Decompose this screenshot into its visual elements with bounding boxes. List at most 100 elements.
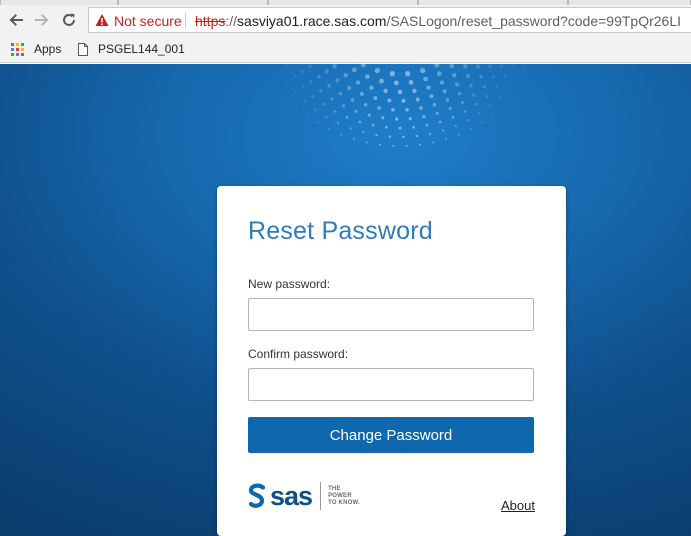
decorative-dot bbox=[393, 80, 399, 86]
decorative-dot bbox=[476, 64, 480, 69]
decorative-dot bbox=[488, 104, 492, 107]
decorative-dot bbox=[485, 94, 489, 98]
decorative-dot bbox=[436, 71, 442, 76]
forward-button[interactable] bbox=[31, 9, 53, 31]
decorative-dot bbox=[325, 115, 328, 119]
bookmark-label: Apps bbox=[34, 42, 62, 56]
address-bar[interactable]: Not secure https://sasviya01.race.sas.co… bbox=[88, 7, 691, 33]
about-link[interactable]: About bbox=[501, 498, 535, 513]
decorative-dot bbox=[502, 105, 504, 108]
decorative-dot bbox=[457, 133, 460, 136]
bookmark-label: PSGEL144_001 bbox=[98, 42, 185, 56]
decorative-dot bbox=[405, 108, 409, 112]
sas-logo: sas THE POWER TO KNOW. bbox=[247, 482, 360, 510]
decorative-dot bbox=[332, 64, 337, 69]
browser-toolbar: Not secure https://sasviya01.race.sas.co… bbox=[0, 5, 691, 35]
decorative-dot bbox=[523, 65, 525, 67]
url-path: /SASLogon/reset_password?code=99TpQr26LI bbox=[386, 13, 682, 29]
decorative-dot bbox=[454, 124, 457, 128]
decorative-dot bbox=[442, 89, 447, 94]
bookmarks-bar: Apps PSGEL144_001 bbox=[0, 35, 691, 63]
decorative-dot bbox=[445, 98, 450, 102]
change-password-button[interactable]: Change Password bbox=[248, 417, 534, 453]
confirm-password-field[interactable] bbox=[248, 368, 534, 401]
decorative-dot bbox=[317, 74, 321, 79]
decorative-dot bbox=[377, 106, 381, 110]
decorative-dot bbox=[398, 126, 402, 130]
decorative-dot bbox=[500, 64, 504, 68]
decorative-dot bbox=[479, 74, 483, 79]
decorative-dot bbox=[429, 94, 434, 99]
decorative-dot bbox=[412, 88, 417, 94]
reset-password-card: Reset Password New password: Confirm pas… bbox=[217, 186, 566, 536]
decorative-dot bbox=[355, 80, 361, 85]
decorative-dot bbox=[405, 71, 411, 77]
decorative-dot bbox=[369, 85, 374, 90]
url-text[interactable]: https://sasviya01.race.sas.com/SASLogon/… bbox=[195, 13, 681, 29]
decorative-dot bbox=[375, 133, 378, 137]
decorative-dot bbox=[349, 127, 352, 130]
decorative-dot bbox=[469, 128, 472, 130]
decorative-dot bbox=[438, 120, 442, 124]
decorative-dot bbox=[428, 132, 432, 136]
reload-icon bbox=[63, 13, 75, 26]
decorative-dot bbox=[358, 120, 362, 124]
decorative-dot bbox=[488, 64, 492, 69]
decorative-dot bbox=[314, 108, 317, 111]
decorative-dot bbox=[373, 96, 378, 101]
decorative-dot bbox=[342, 104, 346, 108]
arrow-right-icon bbox=[35, 14, 49, 26]
decorative-dot bbox=[452, 73, 457, 78]
decorative-dot bbox=[449, 64, 455, 69]
decorative-dot bbox=[311, 94, 315, 98]
tagline-line: THE bbox=[328, 485, 341, 492]
decorative-dot bbox=[478, 112, 481, 115]
decorative-dot bbox=[405, 144, 408, 147]
decorative-dot bbox=[457, 91, 462, 96]
decorative-dot bbox=[422, 115, 426, 119]
decorative-dot bbox=[492, 114, 494, 116]
decorative-dot bbox=[481, 121, 484, 124]
decorative-dot bbox=[316, 121, 319, 124]
decorative-dot bbox=[415, 134, 418, 138]
decorative-dot bbox=[451, 115, 455, 119]
new-password-field[interactable] bbox=[248, 298, 534, 331]
decorative-dot bbox=[359, 91, 364, 96]
tagline-line: POWER bbox=[328, 492, 352, 499]
url-scheme: https bbox=[195, 13, 226, 29]
decorative-dot bbox=[397, 89, 403, 95]
bookmark-psgel144[interactable]: PSGEL144_001 bbox=[78, 41, 185, 57]
decorative-dot bbox=[360, 64, 366, 68]
bookmark-apps[interactable]: Apps bbox=[11, 41, 61, 57]
confirm-password-label: Confirm password: bbox=[248, 347, 349, 361]
decorative-dot bbox=[381, 116, 385, 120]
reload-button[interactable] bbox=[58, 9, 80, 31]
decorative-dot bbox=[278, 86, 281, 89]
decorative-dot bbox=[432, 141, 435, 144]
decorative-dot bbox=[294, 91, 297, 94]
decorative-dot bbox=[385, 125, 388, 129]
decorative-dot bbox=[439, 80, 445, 85]
decorative-dot bbox=[345, 115, 349, 119]
decorative-dot bbox=[401, 98, 406, 103]
decorative-dot bbox=[351, 67, 357, 73]
decorative-dot bbox=[482, 84, 486, 89]
decorative-dot bbox=[365, 141, 368, 144]
decorative-dot bbox=[367, 113, 371, 117]
decorative-dot bbox=[408, 117, 412, 121]
decorative-dot bbox=[511, 96, 514, 99]
security-status-label[interactable]: Not secure bbox=[114, 13, 182, 29]
back-button[interactable] bbox=[5, 9, 27, 31]
sas-s-icon bbox=[248, 483, 266, 508]
new-password-label: New password: bbox=[248, 277, 331, 291]
decorative-dot bbox=[469, 83, 473, 88]
decorative-dot bbox=[354, 109, 358, 113]
decorative-dot bbox=[379, 78, 384, 84]
decorative-dot bbox=[491, 75, 496, 79]
decorative-dot bbox=[319, 89, 323, 93]
decorative-dot bbox=[336, 122, 340, 125]
decorative-dot bbox=[445, 138, 448, 141]
decorative-dot bbox=[303, 100, 307, 103]
sas-wordmark: sas bbox=[270, 481, 313, 511]
decorative-dot bbox=[463, 64, 468, 69]
